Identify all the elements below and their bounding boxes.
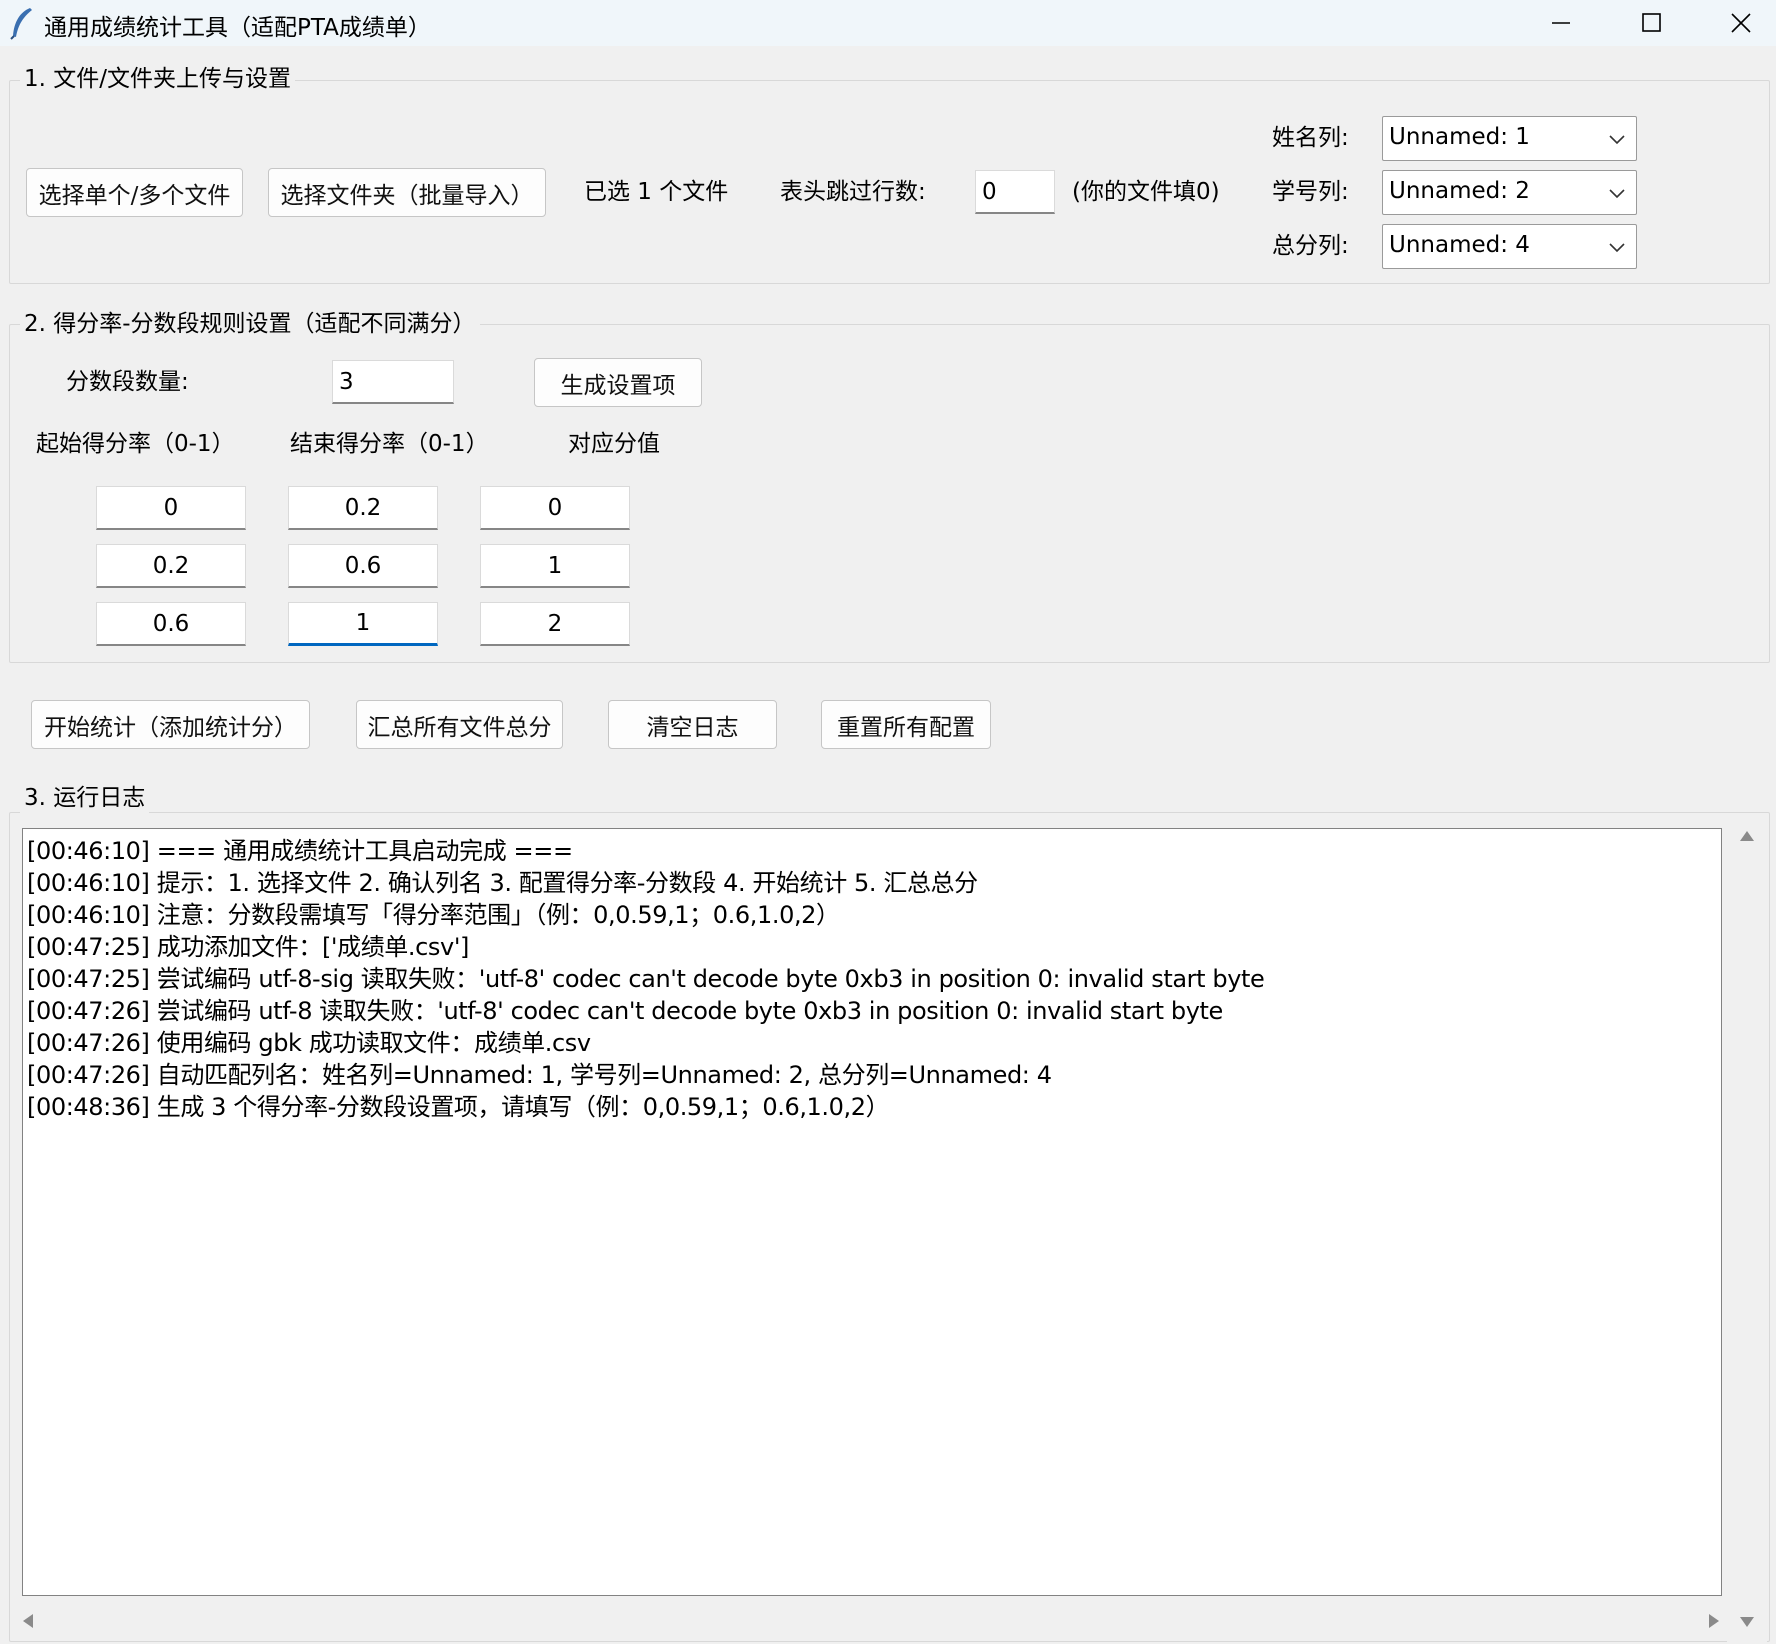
maximize-button[interactable] <box>1606 0 1696 46</box>
row2-score-input[interactable] <box>480 544 630 588</box>
file-settings-title: 1. 文件/文件夹上传与设置 <box>20 64 296 94</box>
close-icon <box>1731 13 1751 33</box>
reset-config-button[interactable]: 重置所有配置 <box>821 700 991 749</box>
summary-button[interactable]: 汇总所有文件总分 <box>356 700 563 749</box>
total-column-value: Unnamed: 4 <box>1389 232 1530 258</box>
minimize-button[interactable] <box>1516 0 1606 46</box>
log-line: [00:47:25] 尝试编码 utf-8-sig 读取失败：'utf-8' c… <box>27 965 1265 993</box>
start-statistics-button[interactable]: 开始统计（添加统计分） <box>31 700 310 749</box>
id-column-value: Unnamed: 2 <box>1389 178 1530 204</box>
scroll-down-icon[interactable] <box>1739 1616 1755 1628</box>
log-line: [00:47:26] 自动匹配列名：姓名列=Unnamed: 1, 学号列=Un… <box>27 1061 1052 1089</box>
log-textarea[interactable]: [00:46:10] === 通用成绩统计工具启动完成 === [00:46:1… <box>22 828 1722 1596</box>
id-column-select[interactable]: Unnamed: 2 <box>1382 170 1637 215</box>
log-line: [00:48:36] 生成 3 个得分率-分数段设置项，请填写（例：0,0.59… <box>27 1093 890 1121</box>
name-column-select[interactable]: Unnamed: 1 <box>1382 116 1637 161</box>
chevron-down-icon <box>1609 243 1625 253</box>
row3-score-input[interactable] <box>480 602 630 646</box>
scroll-up-icon[interactable] <box>1739 830 1755 842</box>
skip-rows-label: 表头跳过行数: <box>780 179 926 205</box>
close-button[interactable] <box>1696 0 1776 46</box>
score-rules-title: 2. 得分率-分数段规则设置（适配不同满分） <box>20 309 480 339</box>
scroll-right-icon[interactable] <box>1708 1613 1720 1629</box>
scroll-left-icon[interactable] <box>22 1613 34 1629</box>
maximize-icon <box>1642 13 1661 32</box>
name-column-value: Unnamed: 1 <box>1389 124 1530 150</box>
vertical-scrollbar[interactable] <box>1727 818 1767 1642</box>
total-column-select[interactable]: Unnamed: 4 <box>1382 224 1637 269</box>
select-files-button[interactable]: 选择单个/多个文件 <box>26 168 243 217</box>
end-rate-header: 结束得分率（0-1） <box>290 431 489 457</box>
row1-start-input[interactable] <box>96 486 246 530</box>
row1-end-input[interactable] <box>288 486 438 530</box>
log-line: [00:46:10] 注意：分数段需填写「得分率范围」（例：0,0.59,1；0… <box>27 901 840 929</box>
name-column-label: 姓名列: <box>1272 125 1349 151</box>
row3-start-input[interactable] <box>96 602 246 646</box>
clear-log-button[interactable]: 清空日志 <box>608 700 777 749</box>
row2-start-input[interactable] <box>96 544 246 588</box>
score-value-header: 对应分值 <box>568 431 660 457</box>
skip-rows-hint: (你的文件填0) <box>1072 179 1220 205</box>
row1-score-input[interactable] <box>480 486 630 530</box>
segment-count-input[interactable] <box>332 360 454 404</box>
total-column-label: 总分列: <box>1272 233 1349 259</box>
row3-end-input[interactable] <box>288 602 438 646</box>
log-line: [00:47:26] 尝试编码 utf-8 读取失败：'utf-8' codec… <box>27 997 1223 1025</box>
generate-settings-button[interactable]: 生成设置项 <box>534 358 702 407</box>
minimize-icon <box>1552 22 1570 24</box>
log-title: 3. 运行日志 <box>20 783 150 813</box>
horizontal-scrollbar[interactable] <box>22 1600 1722 1640</box>
feather-icon <box>10 8 32 40</box>
log-line: [00:46:10] === 通用成绩统计工具启动完成 === <box>27 837 573 865</box>
title-bar: 通用成绩统计工具（适配PTA成绩单） <box>0 0 1776 46</box>
chevron-down-icon <box>1609 189 1625 199</box>
row2-end-input[interactable] <box>288 544 438 588</box>
segment-count-label: 分数段数量: <box>66 369 189 395</box>
score-rules-group <box>9 324 1770 663</box>
window-title: 通用成绩统计工具（适配PTA成绩单） <box>44 15 431 41</box>
skip-rows-input[interactable] <box>975 170 1055 214</box>
log-line: [00:47:26] 使用编码 gbk 成功读取文件：成绩单.csv <box>27 1029 591 1057</box>
log-line: [00:46:10] 提示：1. 选择文件 2. 确认列名 3. 配置得分率-分… <box>27 869 978 897</box>
id-column-label: 学号列: <box>1272 179 1349 205</box>
select-folder-button[interactable]: 选择文件夹（批量导入） <box>268 168 546 217</box>
start-rate-header: 起始得分率（0-1） <box>36 431 235 457</box>
log-line: [00:47:25] 成功添加文件：['成绩单.csv'] <box>27 933 469 961</box>
chevron-down-icon <box>1609 135 1625 145</box>
selected-files-status: 已选 1 个文件 <box>584 179 729 205</box>
